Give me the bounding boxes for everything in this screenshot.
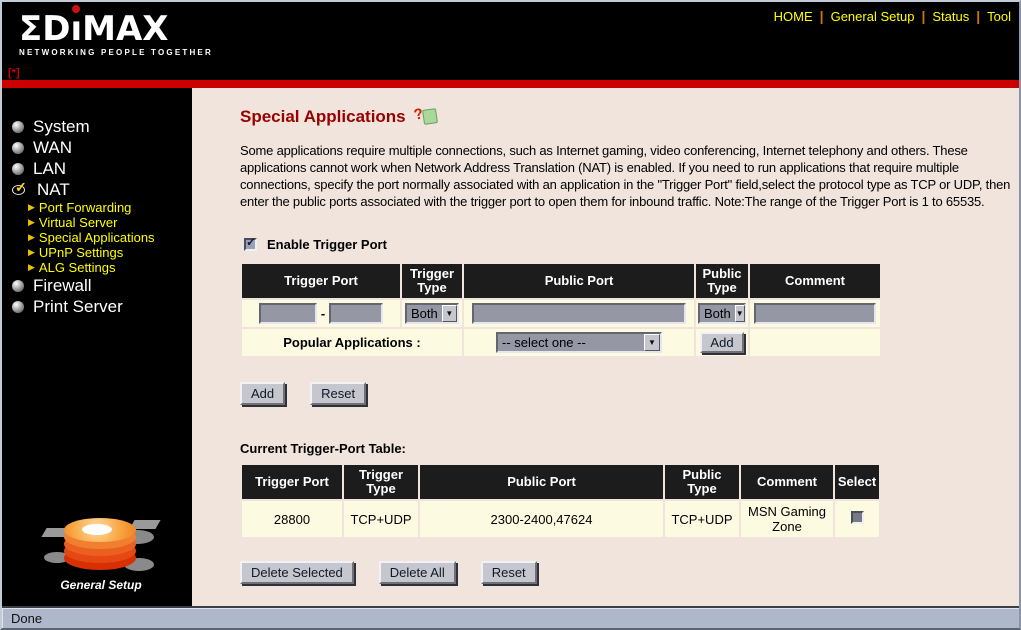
triangle-bullet-icon: ▶ — [28, 202, 35, 213]
general-setup-logo: General Setup — [36, 518, 166, 592]
row-select-checkbox[interactable] — [851, 511, 864, 524]
port-range-separator: - — [321, 306, 325, 321]
sphere-bullet-icon — [12, 280, 24, 292]
cell-trigger-type: TCP+UDP — [344, 501, 418, 537]
trigger-port-to-input[interactable] — [329, 303, 383, 324]
public-port-input[interactable] — [472, 303, 686, 324]
spiral-discs-icon — [36, 518, 166, 576]
trigger-entry-table: Trigger Port Trigger Type Public Port Pu… — [240, 262, 882, 358]
logo-red-dot-icon — [72, 5, 80, 13]
col-header-comment: Comment — [741, 465, 833, 499]
edimax-logo-tagline: NETWORKING PEOPLE TOGETHER — [19, 48, 213, 57]
nav-link-home[interactable]: HOME — [774, 9, 813, 24]
sphere-bullet-icon — [12, 163, 24, 175]
add-button[interactable]: Add — [240, 382, 285, 405]
col-header-comment: Comment — [750, 264, 880, 298]
current-trigger-port-table: Trigger Port Trigger Type Public Port Pu… — [240, 463, 881, 539]
edimax-logo-text: ΣDıMAX — [19, 12, 213, 46]
chevron-down-icon[interactable]: ▼ — [442, 305, 457, 322]
public-type-select[interactable]: Both ▼ — [698, 303, 746, 324]
sidebar-item-port-forwarding[interactable]: ▶ Port Forwarding — [2, 200, 192, 215]
cell-public-type: TCP+UDP — [665, 501, 739, 537]
col-header-trigger-type: Trigger Type — [402, 264, 462, 298]
chevron-down-icon[interactable]: ▼ — [644, 334, 660, 351]
status-text: Done — [11, 611, 42, 626]
sidebar-item-lan[interactable]: LAN — [2, 158, 192, 179]
delete-all-button[interactable]: Delete All — [379, 561, 456, 584]
cell-comment: MSN Gaming Zone — [741, 501, 833, 537]
current-table-label: Current Trigger-Port Table: — [240, 441, 1019, 456]
bottom-reset-button[interactable]: Reset — [481, 561, 537, 584]
page-frame: ΣDıMAX NETWORKING PEOPLE TOGETHER HOME |… — [0, 0, 1021, 630]
triangle-bullet-icon: ▶ — [28, 217, 35, 228]
table-row: 28800 TCP+UDP 2300-2400,47624 TCP+UDP MS… — [242, 501, 879, 537]
col-header-public-port: Public Port — [420, 465, 663, 499]
sidebar-item-alg-settings[interactable]: ▶ ALG Settings — [2, 260, 192, 275]
nav-link-general-setup[interactable]: General Setup — [831, 9, 915, 24]
general-setup-logo-text: General Setup — [36, 578, 166, 592]
header: ΣDıMAX NETWORKING PEOPLE TOGETHER HOME |… — [2, 2, 1019, 80]
popular-add-button[interactable]: Add — [700, 332, 743, 353]
triangle-bullet-icon: ▶ — [28, 247, 35, 258]
help-book-icon[interactable]: ? — [414, 107, 440, 127]
cell-public-port: 2300-2400,47624 — [420, 501, 663, 537]
red-accent-bar — [2, 80, 1019, 88]
sphere-bullet-icon — [12, 121, 24, 133]
col-header-public-type: Public Type — [696, 264, 748, 298]
sidebar-item-system[interactable]: System — [2, 116, 192, 137]
nav-separator: | — [921, 8, 925, 24]
broken-image-marker: [*] — [8, 67, 20, 79]
triangle-bullet-icon: ▶ — [28, 262, 35, 273]
sidebar-item-upnp-settings[interactable]: ▶ UPnP Settings — [2, 245, 192, 260]
sidebar-item-virtual-server[interactable]: ▶ Virtual Server — [2, 215, 192, 230]
sphere-bullet-icon — [12, 301, 24, 313]
popular-applications-select[interactable]: -- select one -- ▼ — [496, 332, 662, 353]
comment-input[interactable] — [754, 303, 876, 324]
sphere-bullet-icon — [12, 142, 24, 154]
nav-link-tool[interactable]: Tool — [987, 9, 1011, 24]
sidebar-item-special-applications[interactable]: ▶ Special Applications — [2, 230, 192, 245]
trigger-port-from-input[interactable] — [259, 303, 317, 324]
chevron-down-icon[interactable]: ▼ — [735, 305, 745, 322]
col-header-trigger-type: Trigger Type — [344, 465, 418, 499]
col-header-public-port: Public Port — [464, 264, 694, 298]
status-bar: Done — [2, 606, 1019, 628]
main-content: Special Applications ? Some applications… — [192, 88, 1019, 606]
sidebar-item-print-server[interactable]: Print Server — [2, 296, 192, 317]
col-header-trigger-port: Trigger Port — [242, 264, 400, 298]
sidebar-item-firewall[interactable]: Firewall — [2, 275, 192, 296]
nav-link-status[interactable]: Status — [932, 9, 969, 24]
col-header-public-type: Public Type — [665, 465, 739, 499]
col-header-select: Select — [835, 465, 879, 499]
page-title: Special Applications — [240, 107, 406, 127]
cell-trigger-port: 28800 — [242, 501, 342, 537]
top-nav: HOME | General Setup | Status | Tool — [774, 8, 1011, 24]
sidebar: System WAN LAN ✓ NAT ▶ Port Forwarding ▶… — [2, 88, 192, 606]
edimax-logo: ΣDıMAX NETWORKING PEOPLE TOGETHER — [19, 12, 213, 57]
nav-separator: | — [820, 8, 824, 24]
enable-trigger-port-checkbox[interactable] — [244, 238, 257, 251]
nav-separator: | — [976, 8, 980, 24]
enable-trigger-port-label: Enable Trigger Port — [267, 237, 387, 252]
sidebar-item-nat[interactable]: ✓ NAT — [2, 179, 192, 200]
page-description: Some applications require multiple conne… — [240, 142, 1019, 210]
triangle-bullet-icon: ▶ — [28, 232, 35, 243]
trigger-type-select[interactable]: Both ▼ — [405, 303, 459, 324]
popular-applications-label: Popular Applications : — [242, 329, 462, 356]
delete-selected-button[interactable]: Delete Selected — [240, 561, 354, 584]
checkmark-icon: ✓ — [12, 183, 28, 196]
reset-button[interactable]: Reset — [310, 382, 366, 405]
col-header-trigger-port: Trigger Port — [242, 465, 342, 499]
sidebar-item-wan[interactable]: WAN — [2, 137, 192, 158]
